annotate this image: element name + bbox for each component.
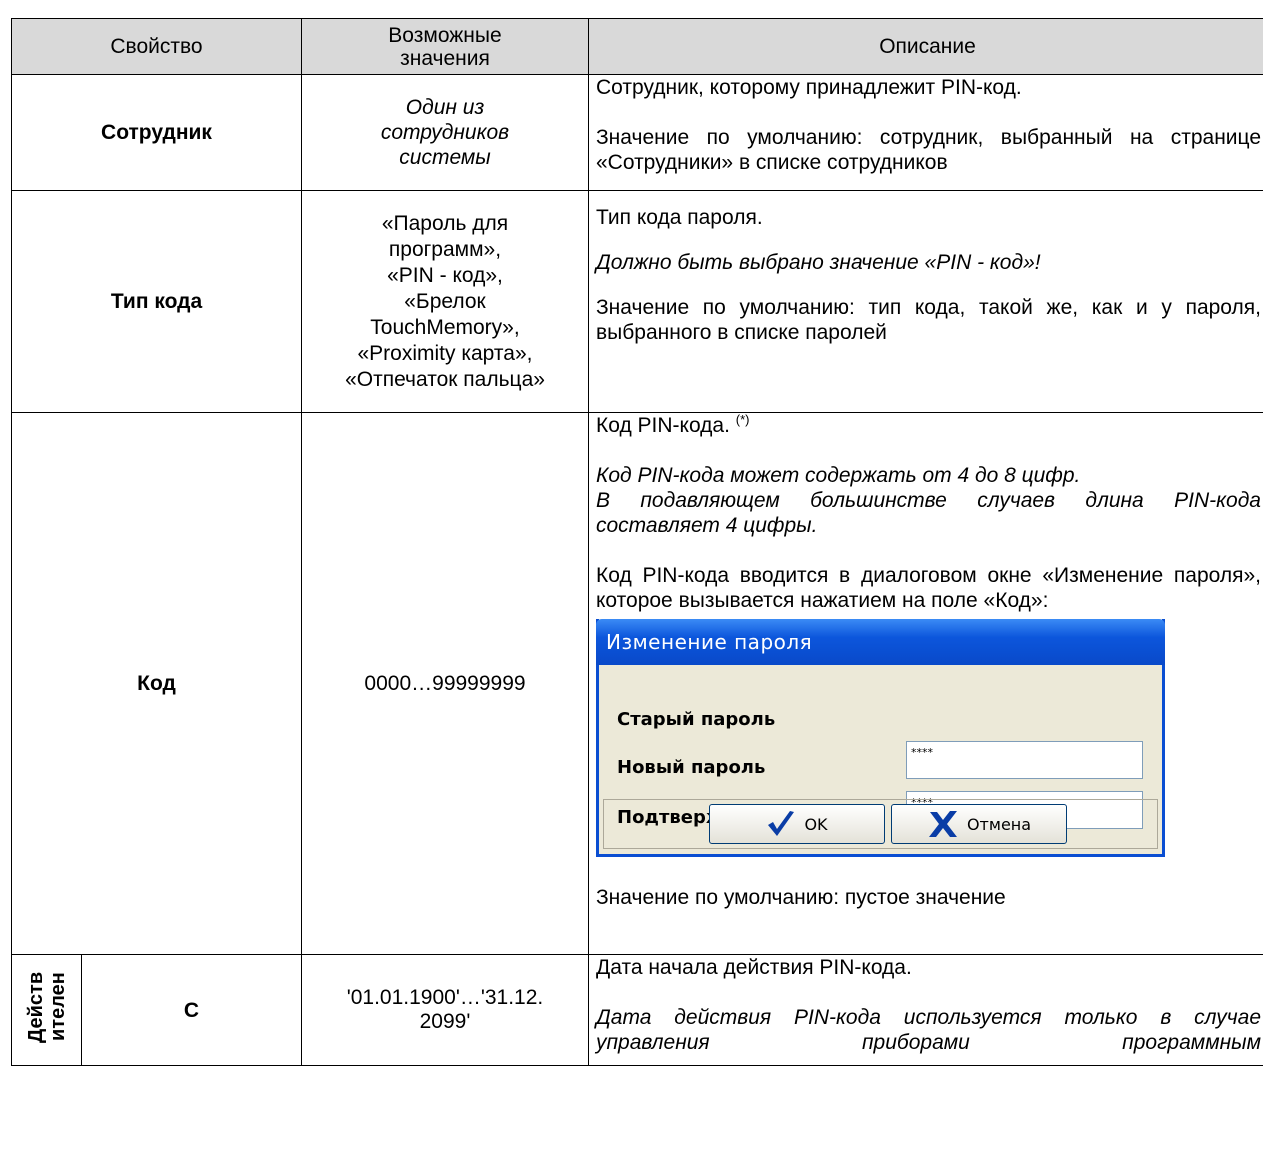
code-type-values: «Пароль для программ», «PIN - код», «Брелок… (301, 190, 589, 413)
employee-name: Сотрудник (11, 74, 302, 191)
row-employee: Сотрудник Один из сотрудников системы Сотр… (11, 74, 1263, 191)
code-desc-1: Код PIN-кода. (*) (596, 412, 750, 437)
cancel-button[interactable]: Отмена (891, 804, 1067, 844)
employee-desc-2: Значение по умолчанию: сотрудник, выбран… (596, 126, 1261, 174)
code-type-desc-1: Тип кода пароля. (596, 206, 763, 229)
code-type-desc-2: Должно быть выбрано значение «PIN - код»… (596, 251, 1041, 274)
header-row: Свойство Возможные значения Описание (11, 18, 1263, 75)
change-password-dialog: Изменение пароля Старый пароль Новый пар… (596, 619, 1165, 857)
code-desc-2: Код PIN-кода может содержать от 4 до 8 ц… (596, 464, 1081, 487)
footnote-mark: (*) (735, 412, 750, 427)
check-icon (768, 811, 795, 836)
dialog-footer: OK Отмена (603, 799, 1158, 849)
row-code: Код 0000…99999999 Код PIN-кода. (*) Код … (11, 412, 1263, 955)
code-name: Код (11, 412, 302, 955)
dialog-body: Старый пароль Новый пароль **** Подтверж… (599, 665, 1162, 829)
new-password-field[interactable]: **** (906, 741, 1143, 779)
dialog-title: Изменение пароля (596, 619, 1165, 665)
ok-button[interactable]: OK (709, 804, 885, 844)
code-desc-5: Значение по умолчанию: пустое значение (596, 886, 1006, 909)
code-type-desc: Тип кода пароля. Должно быть выбрано зна… (588, 190, 1263, 413)
header-description: Описание (588, 18, 1263, 75)
header-property: Свойство (11, 18, 302, 75)
from-values: '01.01.1900'…'31.12. 2099' (301, 954, 589, 1066)
from-name: С (81, 954, 302, 1066)
from-desc: Дата начала действия PIN-кода. Дата дейс… (588, 954, 1263, 1066)
old-password-label: Старый пароль (617, 709, 776, 730)
valid-group-label: Действ ителен (24, 971, 69, 1043)
from-desc-2: Дата действия PIN-кода используется толь… (596, 1006, 1261, 1054)
header-values: Возможные значения (301, 18, 589, 75)
ok-label: OK (804, 814, 828, 834)
code-type-desc-3: Значение по умолчанию: тип кода, такой ж… (596, 296, 1261, 344)
new-password-label: Новый пароль (617, 757, 766, 778)
cross-icon (928, 811, 957, 837)
code-desc-4: Код PIN-кода вводится в диалоговом окне … (596, 564, 1261, 612)
valid-group-cell: Действ ителен (11, 954, 82, 1066)
code-desc: Код PIN-кода. (*) Код PIN-кода может сод… (588, 412, 1263, 955)
code-values: 0000…99999999 (301, 412, 589, 955)
employee-desc: Сотрудник, которому принадлежит PIN-код.… (588, 74, 1263, 191)
row-code-type: Тип кода «Пароль для программ», «PIN - код… (11, 190, 1263, 413)
cancel-label: Отмена (966, 814, 1032, 834)
employee-desc-1: Сотрудник, которому принадлежит PIN-код. (596, 76, 1022, 99)
properties-table: Свойство Возможные значения Описание Сотр… (11, 18, 1263, 1066)
employee-values: Один из сотрудников системы (301, 74, 589, 191)
row-valid-from: Действ ителен С '01.01.1900'…'31.12. 2099'… (11, 954, 1263, 1066)
code-desc-3: В подавляющем большинстве случаев длина … (596, 489, 1261, 537)
from-desc-1: Дата начала действия PIN-кода. (596, 956, 912, 979)
code-type-name: Тип кода (11, 190, 302, 413)
